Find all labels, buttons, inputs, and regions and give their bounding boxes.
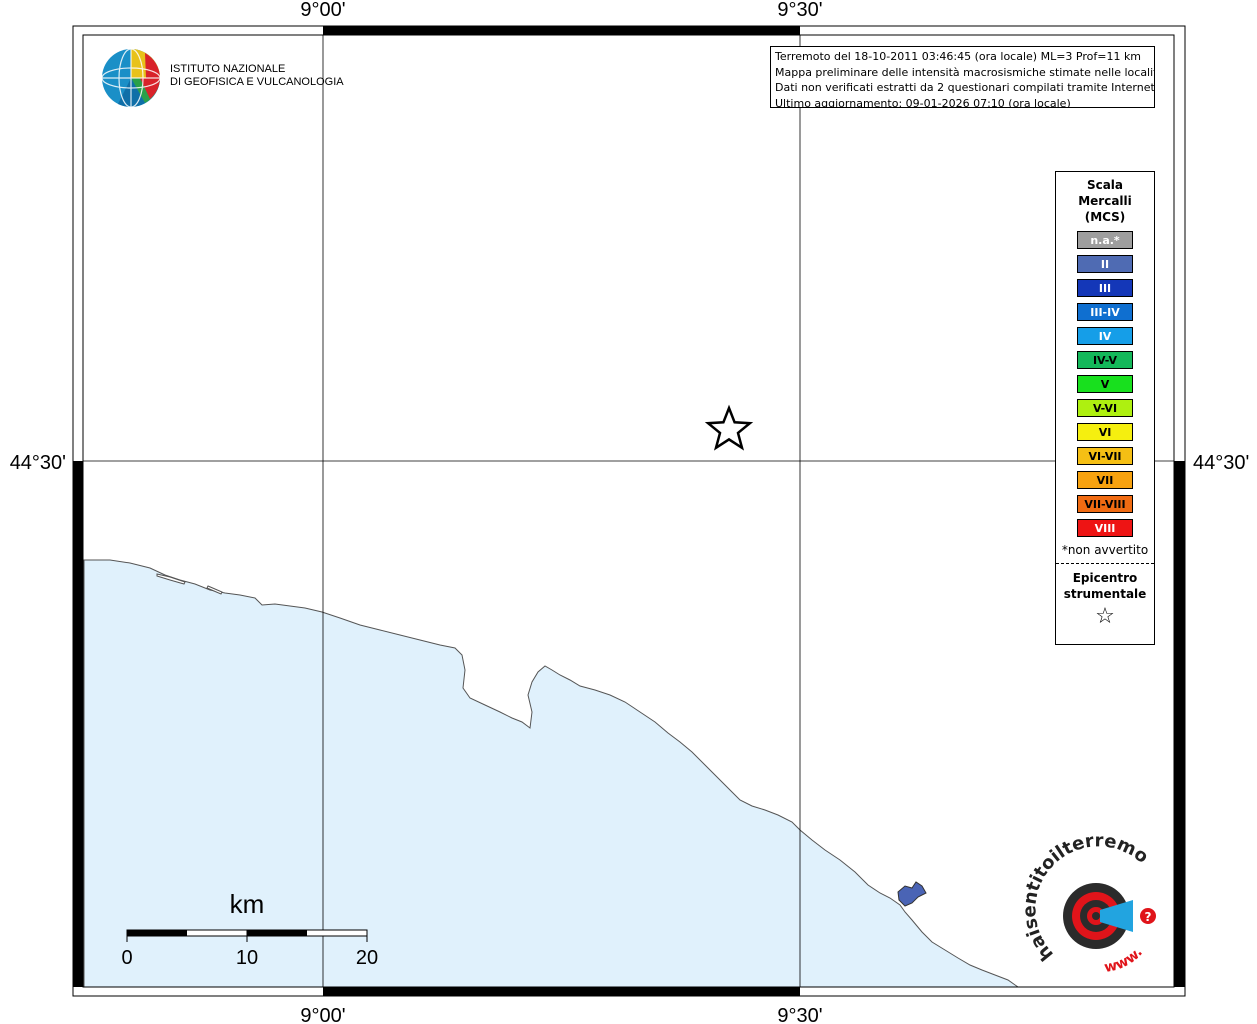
scale-tick-0: 0 <box>121 947 132 969</box>
sea-area <box>83 559 1020 988</box>
scale-tick-10: 10 <box>236 947 258 969</box>
legend-epi-line1: Epicentro <box>1072 571 1138 585</box>
frame-bottom-segment <box>323 987 800 996</box>
legend-item-vii: VII <box>1077 471 1133 489</box>
legend-item-iii: III <box>1077 279 1133 297</box>
scale-tick-20: 20 <box>356 947 378 969</box>
ingv-globe-icon <box>101 48 161 108</box>
legend-items: n.a.* II III III-IV IV IV-V V V-VI VI VI-VII VII VI… <box>1056 231 1154 537</box>
epicenter-star-icon[interactable] <box>704 404 754 451</box>
lake <box>897 881 927 907</box>
frame-top-segment <box>323 26 800 35</box>
legend-item-v: V <box>1077 375 1133 393</box>
ingv-logo-text: ISTITUTO NAZIONALE DI GEOFISICA E VULCAN… <box>170 63 344 89</box>
frame-right-segment <box>1174 461 1185 987</box>
legend-item-iv: IV <box>1077 327 1133 345</box>
haisentito-www-text: www. <box>1103 944 1146 976</box>
legend-separator <box>1056 563 1154 564</box>
question-mark: ? <box>1145 910 1152 924</box>
bottom-lon-label-left: 9°00' <box>300 1005 345 1024</box>
legend-title-line3: (MCS) <box>1084 210 1126 224</box>
legend-epicenter-label: Epicentro strumentale <box>1056 570 1154 602</box>
ingv-logo-line2: DI GEOFISICA E VULCANOLOGIA <box>170 76 344 88</box>
legend-item-iii-iv: III-IV <box>1077 303 1133 321</box>
legend-item-vii-viii: VII-VIII <box>1077 495 1133 513</box>
legend-item-viii: VIII <box>1077 519 1133 537</box>
info-line-2: Mappa preliminare delle intensità macros… <box>775 65 1155 79</box>
legend-item-iv-v: IV-V <box>1077 351 1133 369</box>
bottom-lon-label-right: 9°30' <box>777 1005 822 1024</box>
scale-bar-seg-1 <box>127 930 187 936</box>
legend-epi-line2: strumentale <box>1063 587 1147 601</box>
scale-bar-seg-3 <box>247 930 307 936</box>
top-lon-label-left: 9°00' <box>300 0 345 21</box>
event-info-box: Terremoto del 18-10-2011 03:46:45 (ora l… <box>770 46 1155 108</box>
legend-title: Scala Mercalli (MCS) <box>1056 177 1154 225</box>
target-center <box>1092 912 1100 920</box>
mcs-legend: Scala Mercalli (MCS) n.a.* II III III-IV IV I… <box>1055 171 1155 645</box>
legend-item-vi-vii: VI-VII <box>1077 447 1133 465</box>
legend-star-icon: ☆ <box>1095 604 1115 629</box>
right-lat-label: 44°30' <box>1193 452 1249 474</box>
legend-item-n-a-: n.a.* <box>1077 231 1133 249</box>
info-line-3: Dati non verificati estratti da 2 questi… <box>775 81 1155 94</box>
legend-item-vi: VI <box>1077 423 1133 441</box>
legend-note: *non avvertito <box>1061 543 1149 557</box>
legend-item-v-vi: V-VI <box>1077 399 1133 417</box>
legend-title-line1: Scala <box>1086 178 1124 192</box>
legend-title-line2: Mercalli <box>1078 194 1132 208</box>
info-line-4: Ultimo aggiornamento: 09-01-2026 07:10 (… <box>775 96 1071 108</box>
ingv-logo[interactable]: ISTITUTO NAZIONALE DI GEOFISICA E VULCAN… <box>100 47 344 109</box>
left-lat-label: 44°30' <box>10 452 66 474</box>
scale-unit-label: km <box>230 889 265 919</box>
legend-item-ii: II <box>1077 255 1133 273</box>
ingv-logo-line1: ISTITUTO NAZIONALE <box>170 63 286 75</box>
frame-left-segment <box>73 461 83 987</box>
top-lon-label-right: 9°30' <box>777 0 822 21</box>
info-line-1: Terremoto del 18-10-2011 03:46:45 (ora l… <box>775 50 1142 63</box>
